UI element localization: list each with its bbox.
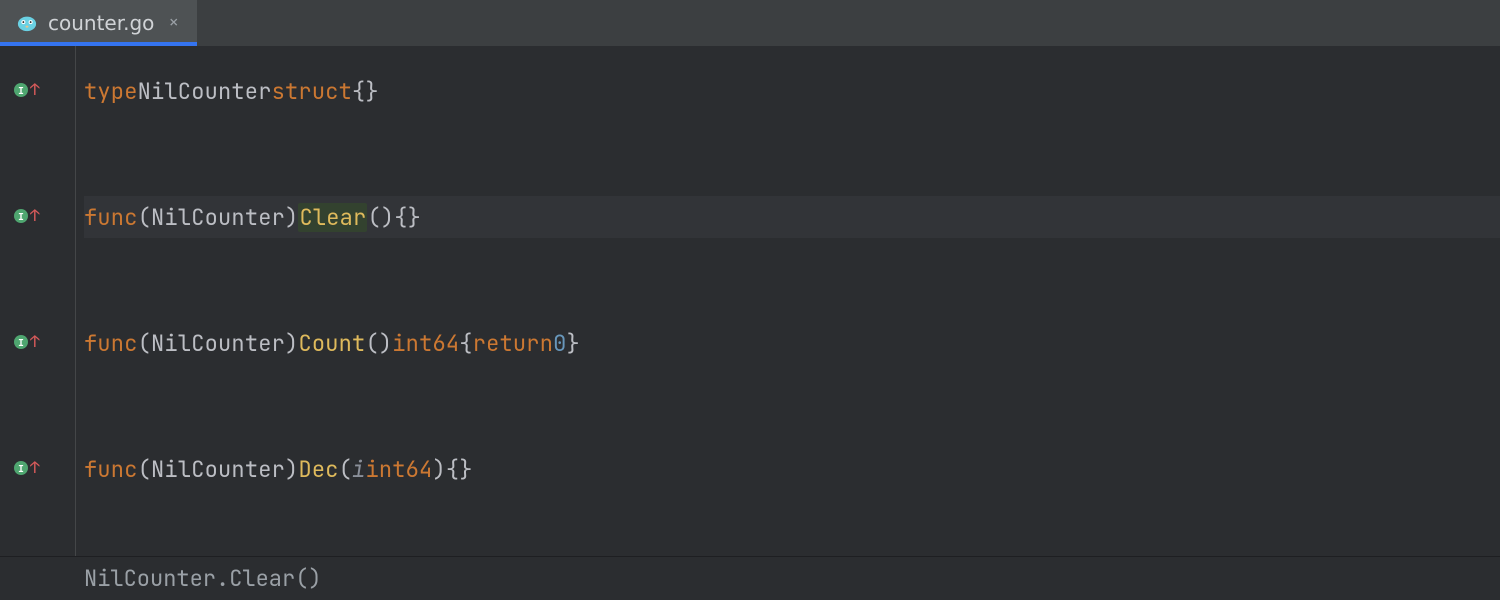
code-line[interactable]: func (NilCounter) Count() int64 { return…: [84, 322, 1500, 364]
breadcrumb-text: NilCounter.Clear(): [84, 564, 322, 593]
gutter-implements-icon[interactable]: I ↑: [14, 458, 44, 478]
tab-counter-go[interactable]: counter.go ×: [0, 0, 197, 46]
tab-bar: counter.go ×: [0, 0, 1500, 46]
code-line[interactable]: func (NilCounter) Dec(i int64) {}: [84, 448, 1500, 490]
code-line-current[interactable]: func (NilCounter) Clear() {}: [84, 196, 1500, 238]
gutter: I ↑ I ↑ I ↑ I ↑: [0, 46, 76, 556]
code-area[interactable]: type NilCounter struct{} func (NilCounte…: [76, 46, 1500, 556]
breadcrumb[interactable]: NilCounter.Clear(): [0, 556, 1500, 600]
gutter-implements-icon[interactable]: I ↑: [14, 80, 44, 100]
editor: I ↑ I ↑ I ↑ I ↑ type NilCounter struct{}…: [0, 46, 1500, 556]
code-line[interactable]: type NilCounter struct{}: [84, 70, 1500, 112]
close-icon[interactable]: ×: [164, 12, 183, 34]
gutter-implements-icon[interactable]: I ↑: [14, 332, 44, 352]
tab-label: counter.go: [48, 11, 154, 35]
gutter-implements-icon[interactable]: I ↑: [14, 206, 44, 226]
go-file-icon: [16, 13, 38, 33]
